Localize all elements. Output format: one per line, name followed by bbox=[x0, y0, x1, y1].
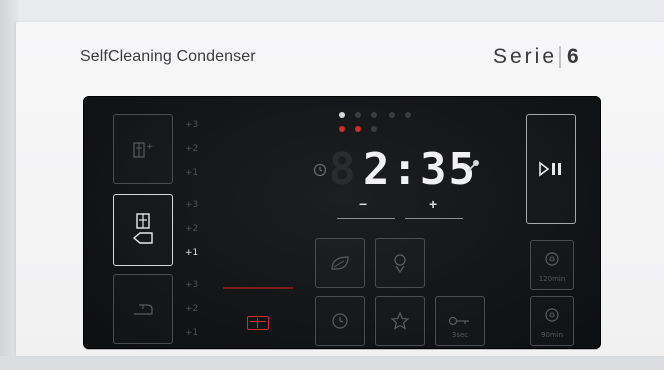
dryness-level-button[interactable]: + bbox=[113, 114, 173, 184]
sensor-indicator-icon bbox=[339, 112, 345, 118]
wifi-indicator-icon bbox=[405, 112, 411, 118]
series-badge: Serie 6 bbox=[493, 45, 579, 69]
decrease-time-button[interactable]: − bbox=[359, 196, 367, 212]
svg-text:+: + bbox=[146, 142, 154, 152]
leaf-icon bbox=[331, 256, 349, 270]
dryness-option-2: +2 bbox=[185, 144, 199, 154]
series-prefix: Serie bbox=[493, 45, 558, 68]
control-panel: + +3 +2 +1 +3 +2 +1 +3 +2 +1 8 2:35 − + … bbox=[83, 96, 601, 349]
anti-crease-button[interactable] bbox=[375, 238, 425, 288]
cupboard-dry-icon: + bbox=[133, 142, 154, 158]
program-option-1: +3 bbox=[185, 200, 199, 210]
ironing-option-2: +2 bbox=[185, 304, 199, 314]
status-line bbox=[223, 287, 293, 289]
ironing-option-3: +1 bbox=[185, 328, 199, 338]
star-icon bbox=[390, 311, 410, 330]
play-pause-icon bbox=[539, 161, 561, 177]
program-selector-button[interactable] bbox=[113, 194, 173, 266]
series-number: 6 bbox=[567, 45, 579, 68]
clock-icon bbox=[313, 163, 327, 177]
container-full-icon bbox=[247, 316, 269, 330]
clean-condenser-icon bbox=[339, 126, 345, 132]
door-indicator-icon bbox=[371, 112, 377, 118]
background-bottom-edge bbox=[0, 356, 664, 370]
remaining-time-display: 2:35 bbox=[363, 144, 477, 195]
program-option-2: +2 bbox=[185, 224, 199, 234]
empty-water-icon bbox=[355, 126, 361, 132]
low-heat-button[interactable] bbox=[315, 238, 365, 288]
crease-guard-icon bbox=[394, 254, 406, 274]
timed-dry-90-button[interactable]: 90min bbox=[530, 296, 574, 346]
iron-icon bbox=[134, 304, 153, 315]
timed-dry-120-label: 120min bbox=[538, 275, 566, 283]
timed-dry-90-label: 90min bbox=[540, 331, 564, 339]
ironing-level-button[interactable] bbox=[113, 274, 173, 344]
increase-time-button[interactable]: + bbox=[429, 196, 437, 212]
increase-underline bbox=[405, 218, 463, 219]
timed-drying-icon bbox=[545, 308, 559, 322]
timer-icon bbox=[332, 313, 348, 329]
shirt-cupboard-icon bbox=[132, 213, 153, 244]
dryness-option-1: +3 bbox=[185, 120, 199, 130]
decrease-underline bbox=[337, 218, 395, 219]
ghost-digit: 8 bbox=[329, 144, 356, 195]
timed-dry-120-button[interactable]: 120min bbox=[530, 240, 574, 290]
ironing-option-1: +3 bbox=[185, 280, 199, 290]
series-divider bbox=[559, 46, 562, 68]
filter-indicator-icon bbox=[355, 112, 361, 118]
child-lock-label: 3sec bbox=[451, 331, 469, 339]
program-option-selected: +1 bbox=[185, 248, 199, 258]
key-lock-icon bbox=[448, 316, 469, 326]
end-time-pin-icon bbox=[467, 160, 479, 172]
model-name: SelfCleaning Condenser bbox=[80, 48, 256, 65]
delay-start-button[interactable] bbox=[315, 296, 365, 346]
clean-filter-icon bbox=[371, 126, 377, 132]
dryness-option-3: +1 bbox=[185, 168, 199, 178]
timed-drying-icon bbox=[545, 252, 559, 266]
favourite-button[interactable] bbox=[375, 296, 425, 346]
child-lock-button[interactable]: 3sec bbox=[435, 296, 485, 346]
child-lock-indicator-icon bbox=[389, 112, 395, 118]
start-pause-button[interactable] bbox=[526, 114, 576, 224]
